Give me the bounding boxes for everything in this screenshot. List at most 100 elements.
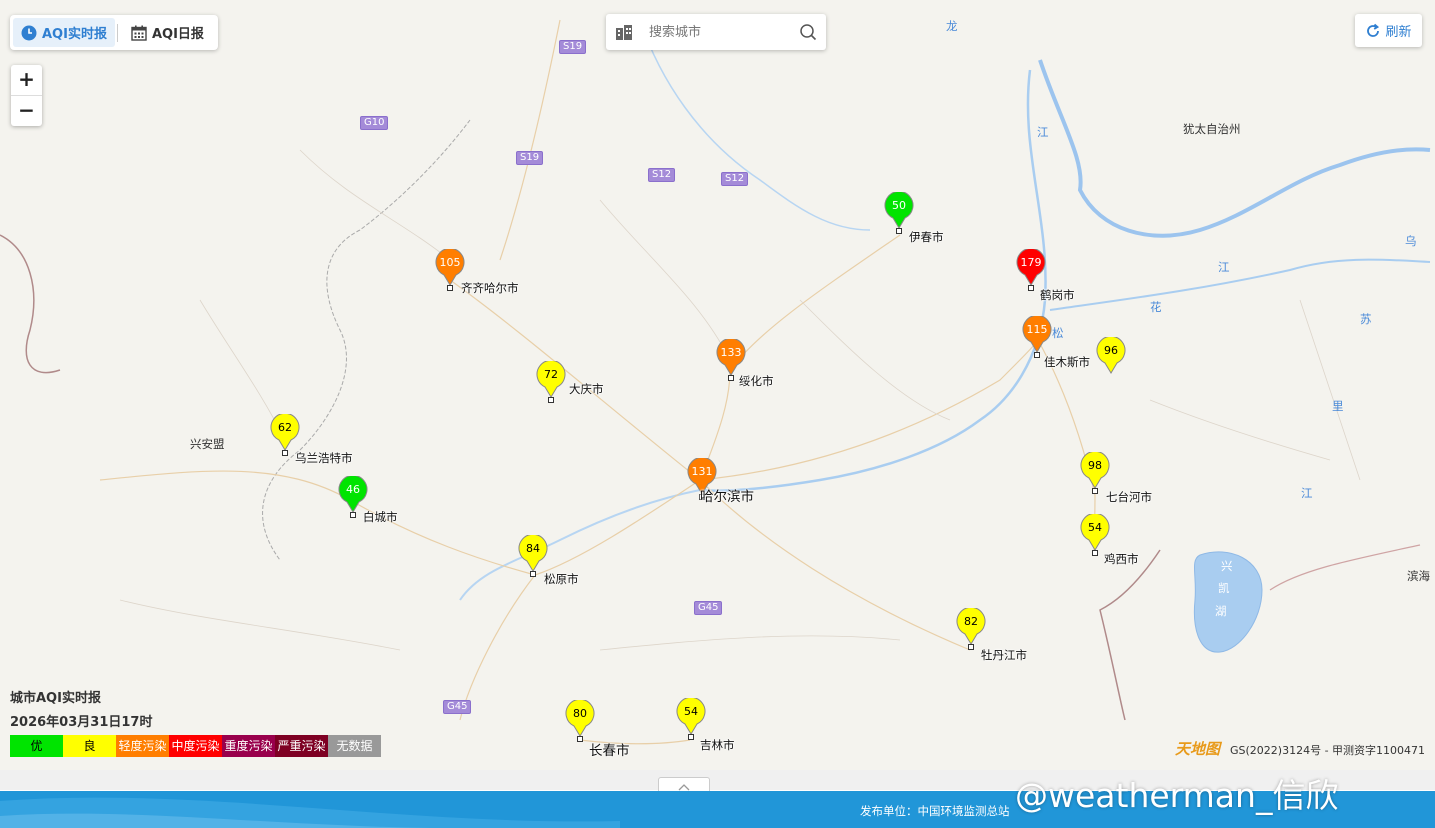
aqi-marker[interactable]: 179 bbox=[1016, 249, 1046, 286]
city-label: 伊春市 bbox=[909, 230, 944, 244]
aqi-daily-button[interactable]: AQI日报 bbox=[123, 18, 212, 47]
aqi-value: 72 bbox=[544, 368, 558, 381]
map-copyright: GS(2022)3124号 - 甲测资字1100471 bbox=[1230, 744, 1426, 757]
city-label: 鸡西市 bbox=[1104, 552, 1139, 566]
weibo-watermark: @weatherman_信欣 bbox=[1015, 776, 1339, 815]
aqi-marker[interactable]: 54 bbox=[1080, 514, 1110, 551]
city-dot bbox=[1028, 285, 1034, 291]
place-label-youtai: 犹太自治州 bbox=[1183, 122, 1241, 136]
city-label: 乌兰浩特市 bbox=[295, 451, 353, 465]
aqi-marker[interactable]: 50 bbox=[884, 192, 914, 229]
river-label: 里 bbox=[1332, 399, 1344, 413]
aqi-realtime-label: AQI实时报 bbox=[42, 27, 107, 42]
city-label: 白城市 bbox=[363, 510, 398, 524]
aqi-marker[interactable]: 54 bbox=[676, 698, 706, 735]
aqi-value: 54 bbox=[684, 705, 698, 718]
map-canvas[interactable]: 兴安盟 犹太自治州 滨海 龙 江 江 花 松 乌 苏 里 江 兴 凯 湖 S19… bbox=[0, 0, 1435, 770]
city-dot bbox=[282, 450, 288, 456]
city-label: 齐齐哈尔市 bbox=[461, 281, 519, 295]
aqi-marker[interactable]: 98 bbox=[1080, 452, 1110, 489]
city-label: 牡丹江市 bbox=[981, 648, 1027, 662]
river-label: 松 bbox=[1052, 326, 1064, 340]
city-label: 绥化市 bbox=[739, 374, 774, 388]
zoom-control: + − bbox=[11, 65, 42, 126]
city-label: 鹤岗市 bbox=[1040, 288, 1075, 302]
legend-item: 严重污染 bbox=[275, 735, 328, 757]
aqi-marker[interactable]: 72 bbox=[536, 361, 566, 398]
river-label: 乌 bbox=[1405, 234, 1417, 248]
map-basemap bbox=[0, 19, 1431, 745]
place-label-binhai: 滨海 bbox=[1407, 569, 1430, 583]
lake-label: 湖 bbox=[1215, 604, 1227, 618]
river-label: 江 bbox=[1218, 260, 1230, 274]
highway-shield: G10 bbox=[360, 116, 389, 130]
aqi-marker[interactable]: 62 bbox=[270, 414, 300, 451]
aqi-marker[interactable]: 84 bbox=[518, 535, 548, 572]
aqi-marker[interactable]: 82 bbox=[956, 608, 986, 645]
highway-shield: S19 bbox=[559, 40, 587, 54]
river-label: 江 bbox=[1037, 125, 1049, 139]
clock-icon bbox=[21, 25, 37, 40]
city-dot bbox=[548, 397, 554, 403]
city-search-box bbox=[606, 14, 826, 50]
aqi-value: 82 bbox=[964, 615, 978, 628]
aqi-value: 115 bbox=[1026, 323, 1048, 336]
lake-label: 兴 bbox=[1221, 559, 1233, 573]
aqi-value: 54 bbox=[1088, 521, 1102, 534]
river-label: 花 bbox=[1150, 300, 1162, 314]
report-title: 城市AQI实时报 bbox=[10, 691, 101, 706]
refresh-button[interactable]: 刷新 bbox=[1355, 14, 1422, 47]
city-dot bbox=[350, 512, 356, 518]
place-label-xinganmeng: 兴安盟 bbox=[190, 437, 225, 451]
highway-shield: S19 bbox=[516, 151, 544, 165]
highway-shield: S12 bbox=[648, 168, 676, 182]
river-label: 苏 bbox=[1360, 312, 1372, 326]
river-label: 江 bbox=[1301, 486, 1313, 500]
aqi-value: 105 bbox=[439, 256, 461, 269]
city-dot bbox=[447, 285, 453, 291]
aqi-value: 179 bbox=[1020, 256, 1042, 269]
zoom-in-button[interactable]: + bbox=[11, 65, 42, 96]
city-dot bbox=[728, 375, 734, 381]
aqi-marker[interactable]: 115 bbox=[1022, 316, 1052, 353]
highway-shield: S12 bbox=[721, 172, 749, 186]
highway-shield: G45 bbox=[443, 700, 472, 714]
legend-item: 优 bbox=[10, 735, 63, 757]
city-search-input[interactable] bbox=[647, 23, 791, 41]
zoom-out-button[interactable]: − bbox=[11, 96, 42, 126]
legend-item: 无数据 bbox=[328, 735, 381, 757]
aqi-marker[interactable]: 133 bbox=[716, 339, 746, 376]
aqi-mode-switch: AQI实时报 AQI日报 bbox=[10, 15, 218, 50]
city-dot bbox=[577, 736, 583, 742]
city-dot bbox=[530, 571, 536, 577]
city-dot bbox=[1034, 352, 1040, 358]
city-dot bbox=[968, 644, 974, 650]
refresh-icon bbox=[1367, 23, 1380, 37]
aqi-value: 80 bbox=[573, 707, 587, 720]
aqi-value: 62 bbox=[278, 421, 292, 434]
building-icon bbox=[616, 25, 632, 40]
legend-item: 轻度污染 bbox=[116, 735, 169, 757]
legend-item: 良 bbox=[63, 735, 116, 757]
aqi-realtime-button[interactable]: AQI实时报 bbox=[13, 18, 115, 47]
aqi-marker[interactable]: 46 bbox=[338, 476, 368, 513]
city-dot bbox=[1092, 550, 1098, 556]
report-time: 2026年03月31日17时 bbox=[10, 715, 153, 730]
city-label: 哈尔滨市 bbox=[700, 489, 754, 505]
city-label: 佳木斯市 bbox=[1044, 355, 1090, 369]
mode-divider bbox=[116, 23, 118, 42]
city-label: 吉林市 bbox=[700, 738, 735, 752]
search-icon[interactable] bbox=[799, 23, 817, 41]
aqi-marker[interactable]: 80 bbox=[565, 700, 595, 737]
aqi-legend: 优良轻度污染 中度污染 重度污染 严重污染 无数据 bbox=[10, 735, 381, 757]
aqi-marker[interactable]: 96 bbox=[1096, 337, 1126, 374]
city-dot bbox=[1092, 488, 1098, 494]
city-dot bbox=[688, 734, 694, 740]
calendar-icon bbox=[131, 25, 147, 41]
legend-item: 中度污染 bbox=[169, 735, 222, 757]
river-label: 龙 bbox=[946, 19, 958, 33]
publisher-text: 发布单位：中国环境监测总站 bbox=[860, 804, 1010, 818]
legend-item: 重度污染 bbox=[222, 735, 275, 757]
aqi-value: 46 bbox=[346, 483, 360, 496]
collapse-toggle[interactable] bbox=[658, 777, 710, 792]
